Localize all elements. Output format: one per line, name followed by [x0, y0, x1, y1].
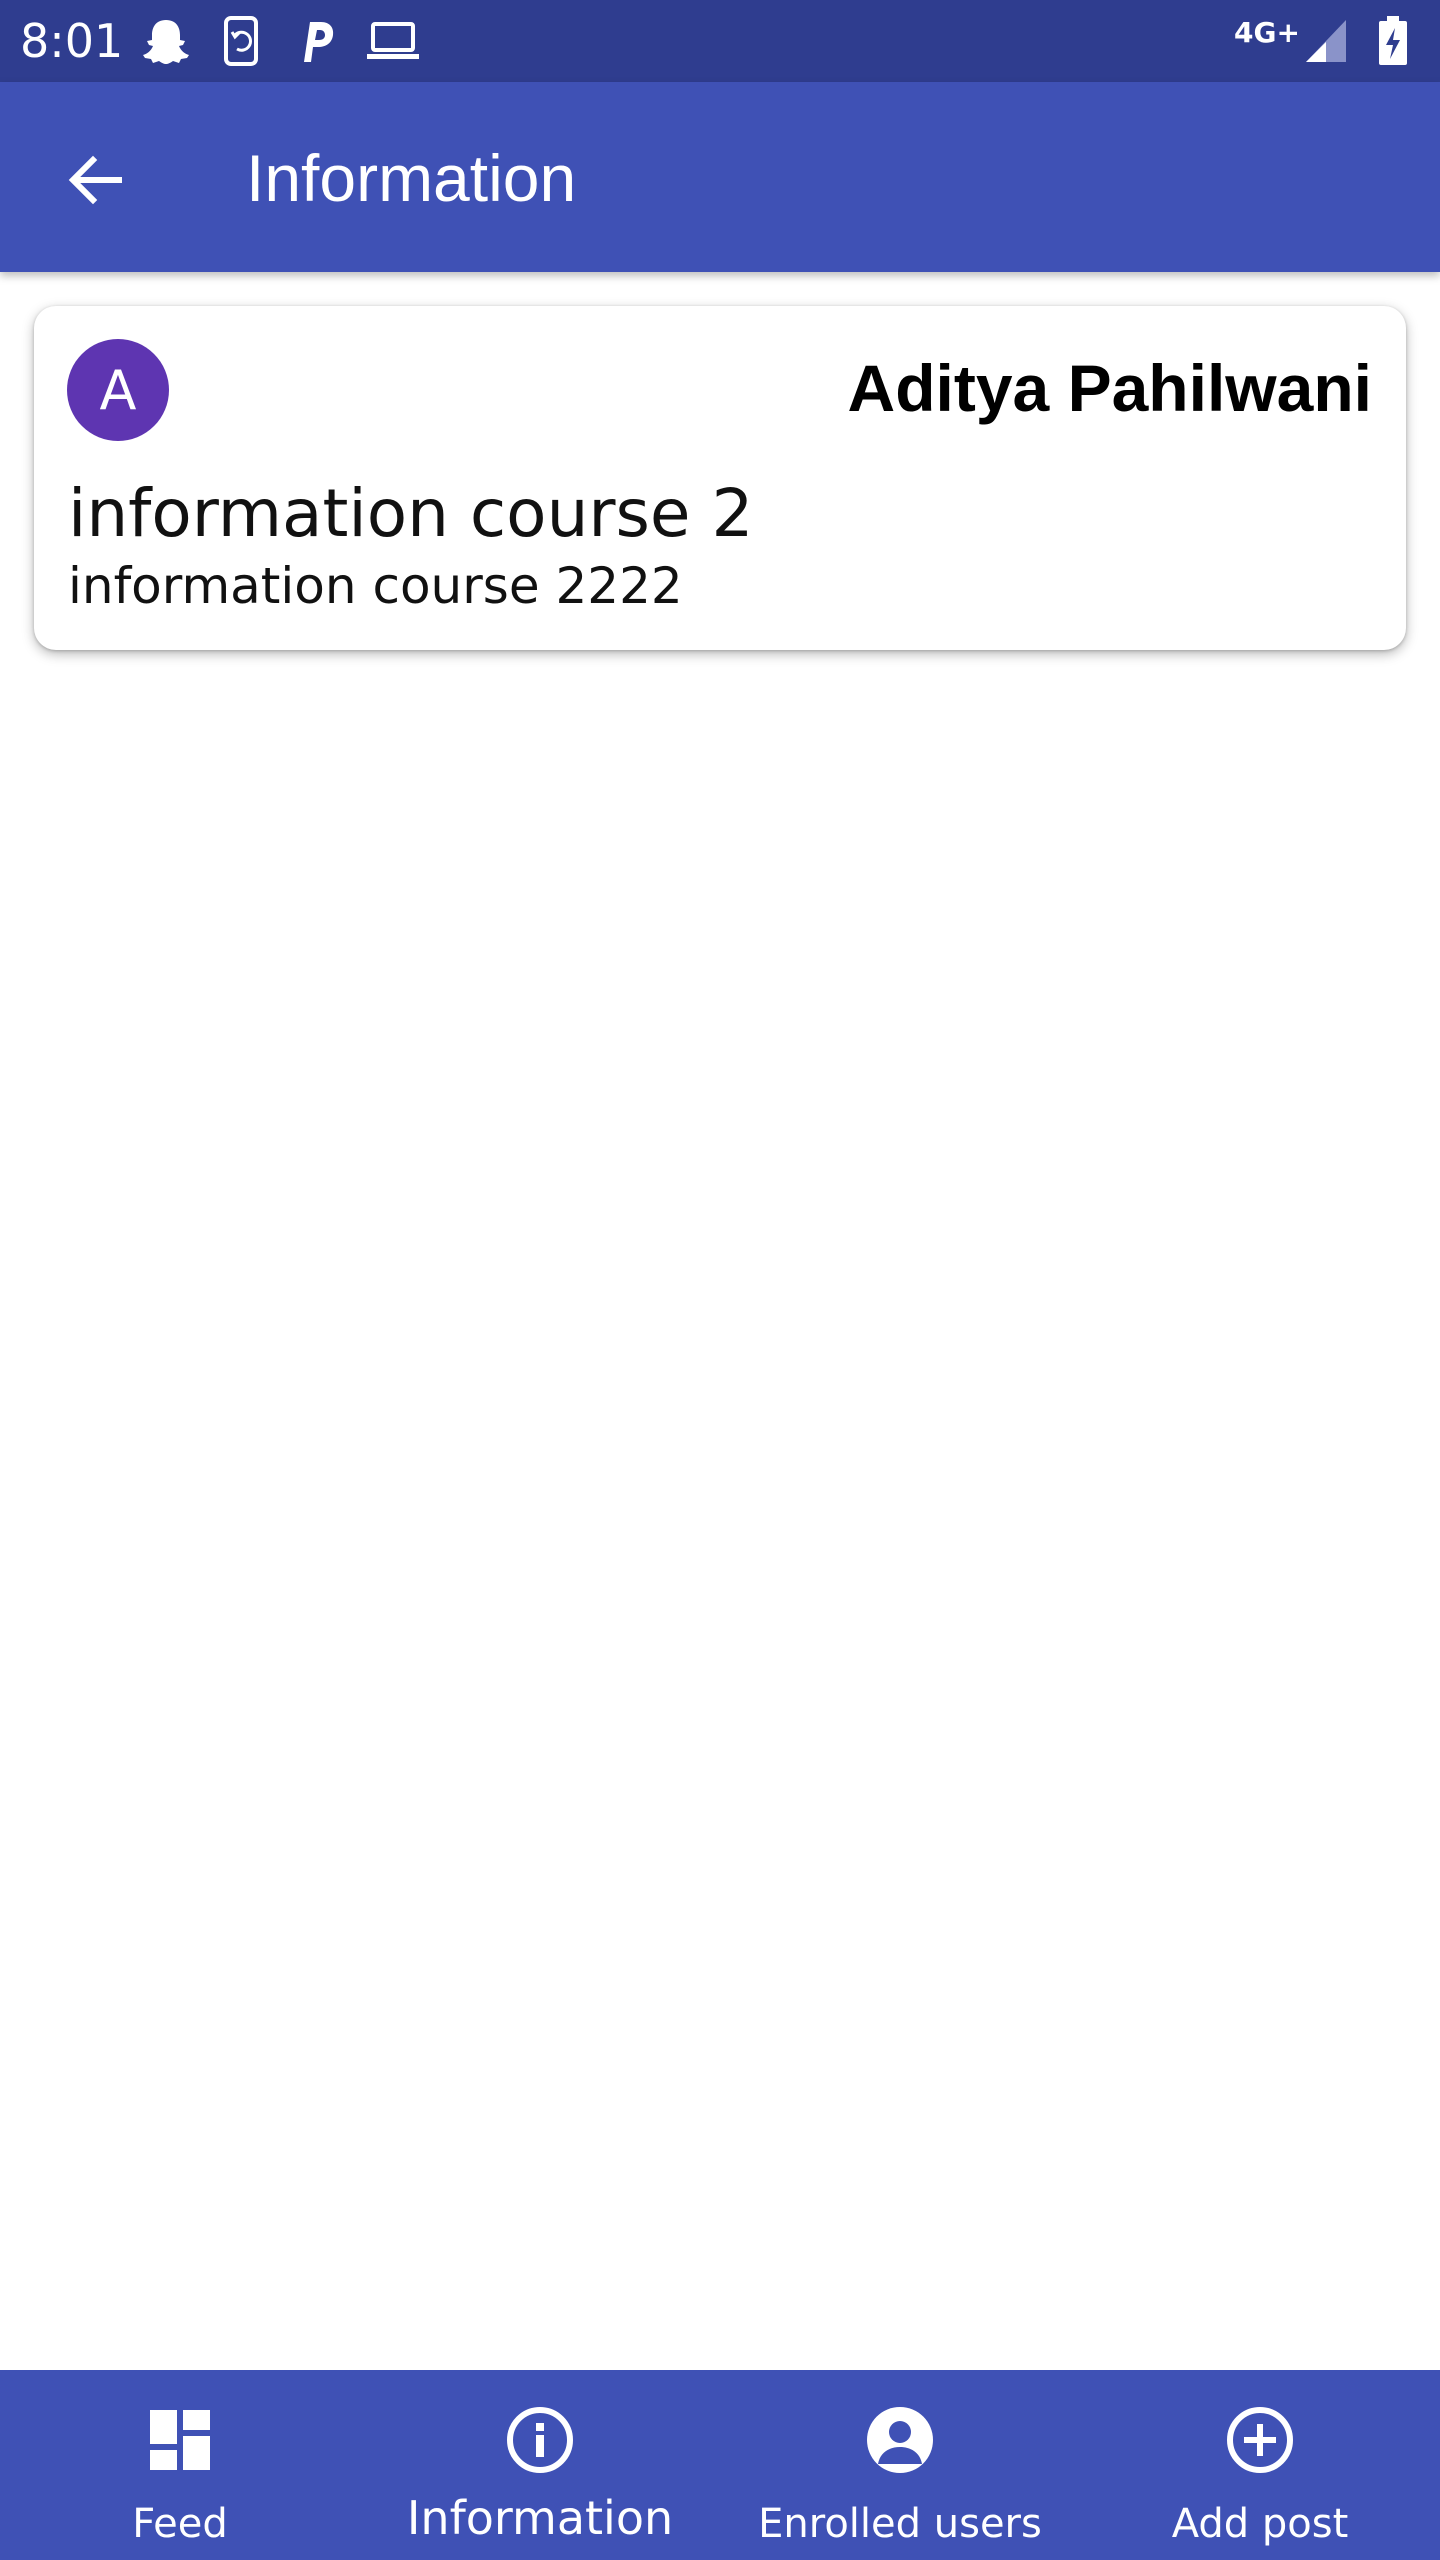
post-body: information course 2222: [68, 557, 683, 615]
status-bar: 8:01 4G+: [0, 0, 1440, 82]
phone-sync-icon: [222, 16, 266, 66]
post-title: information course 2: [68, 475, 754, 552]
battery-charging-icon: [1378, 16, 1408, 66]
post-card[interactable]: A Aditya Pahilwani information course 2 …: [34, 306, 1406, 650]
nav-label-information: Information: [406, 2491, 674, 2545]
add-circle-icon: [1224, 2404, 1296, 2476]
nav-item-information[interactable]: Information: [360, 2370, 720, 2560]
bottom-navigation: Feed Information Enrolled users Add post: [0, 2370, 1440, 2560]
nav-label-add-post: Add post: [1171, 2501, 1349, 2547]
arrow-back-icon: [68, 155, 122, 205]
author-name: Aditya Pahilwani: [847, 351, 1372, 425]
page-title: Information: [246, 141, 577, 215]
snapchat-icon: [140, 16, 192, 66]
nav-item-feed[interactable]: Feed: [0, 2370, 360, 2560]
status-time: 8:01: [20, 14, 124, 68]
laptop-icon: [366, 16, 420, 66]
avatar: A: [67, 339, 169, 441]
nav-item-enrolled-users[interactable]: Enrolled users: [720, 2370, 1080, 2560]
dashboard-icon: [144, 2404, 216, 2476]
parking-icon: [296, 16, 336, 66]
account-circle-icon: [864, 2404, 936, 2476]
signal-icon: [1304, 18, 1348, 68]
back-button[interactable]: [50, 135, 140, 225]
nav-label-feed: Feed: [132, 2501, 228, 2547]
info-icon: [504, 2404, 576, 2476]
app-bar: Information: [0, 82, 1440, 272]
network-type: 4G+: [1234, 16, 1300, 49]
nav-item-add-post[interactable]: Add post: [1080, 2370, 1440, 2560]
nav-label-enrolled-users: Enrolled users: [758, 2501, 1042, 2547]
